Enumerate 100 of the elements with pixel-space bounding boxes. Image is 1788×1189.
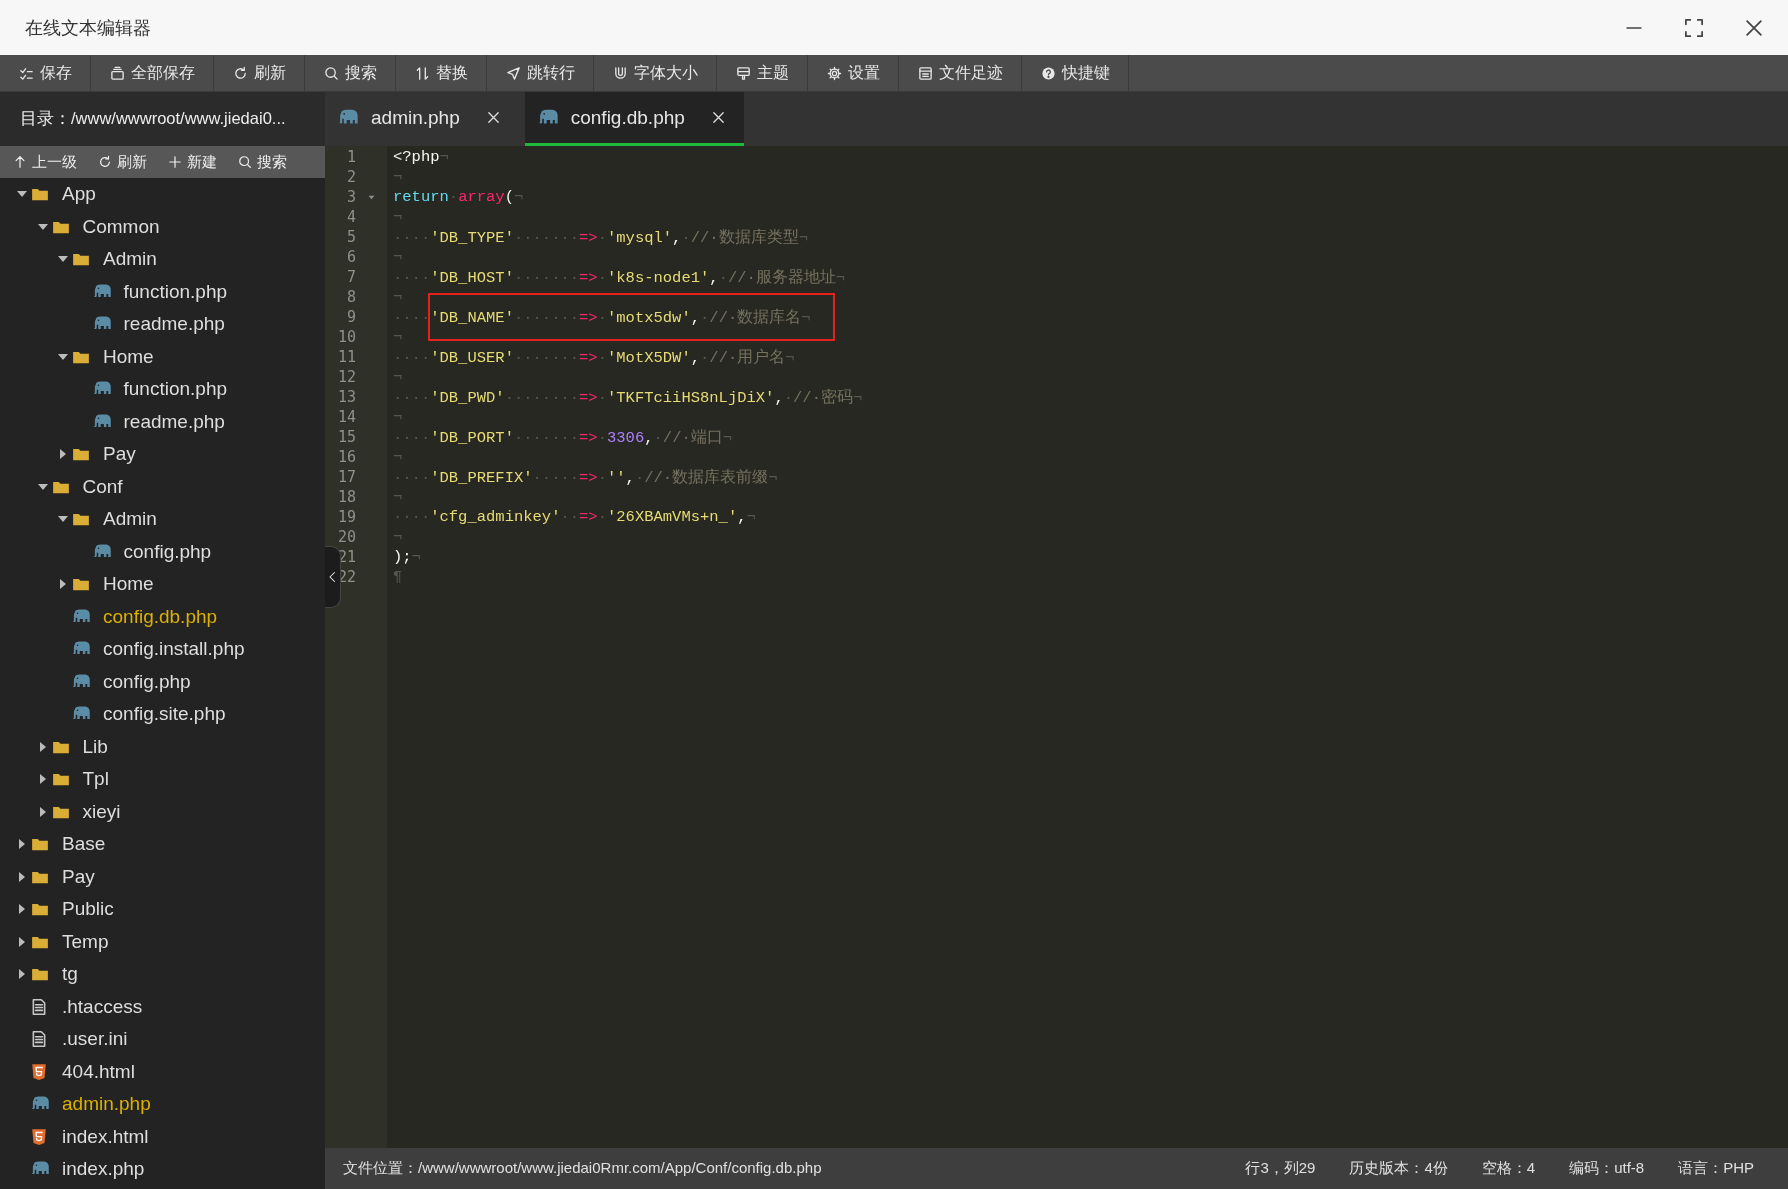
file-name[interactable]: .user.ini xyxy=(62,1028,128,1051)
file-name[interactable]: config.php xyxy=(103,670,191,693)
line-number: 9 xyxy=(345,308,356,326)
folder-name[interactable]: tg xyxy=(62,963,78,986)
toolbar-button[interactable]: 快捷键 xyxy=(1022,55,1129,91)
file-name[interactable]: function.php xyxy=(123,280,228,303)
line-number: 4 xyxy=(345,208,356,226)
close-button[interactable] xyxy=(485,110,501,125)
line-number: 2 xyxy=(345,168,356,186)
collapse-handle[interactable] xyxy=(325,546,341,608)
line-number: 14 xyxy=(336,408,356,426)
file-name[interactable]: admin.php xyxy=(62,1093,151,1116)
html-file-icon xyxy=(30,1062,48,1081)
sidebar-action-button[interactable]: 上一级 xyxy=(4,146,89,178)
checklist-icon xyxy=(19,65,34,81)
folder-name[interactable]: Home xyxy=(103,345,154,368)
code-line: ¬ xyxy=(393,288,403,306)
help-icon xyxy=(1041,65,1056,81)
code-line: ····'DB_HOST'·······=>·'k8s-node1',·//·服务器地址¬ xyxy=(393,267,846,288)
magnet-icon xyxy=(613,65,628,81)
line-number: 7 xyxy=(345,268,356,286)
code-line: ¬ xyxy=(393,368,403,386)
folder-name[interactable]: Tpl xyxy=(82,768,109,791)
folder-name[interactable]: Temp xyxy=(62,930,109,953)
file-name[interactable]: .htaccess xyxy=(62,995,143,1018)
stamp-icon xyxy=(736,65,751,81)
code-line: <?php¬ xyxy=(393,148,449,166)
line-number: 5 xyxy=(345,228,356,246)
sidebar-action-button[interactable]: 新建 xyxy=(159,146,229,178)
file-name[interactable]: index.html xyxy=(62,1125,149,1148)
status-item: 行3，列29 xyxy=(1245,1159,1316,1178)
file-name[interactable]: readme.php xyxy=(123,313,225,336)
folder-name[interactable]: Base xyxy=(62,833,106,856)
folder-name[interactable]: Conf xyxy=(82,475,123,498)
sidebar-action-button[interactable]: 刷新 xyxy=(89,146,159,178)
toolbar-button[interactable]: 设置 xyxy=(808,55,899,91)
line-number: 19 xyxy=(336,508,356,526)
code-line: ¬ xyxy=(393,408,403,426)
toolbar-button[interactable]: 字体大小 xyxy=(594,55,717,91)
folder-name[interactable]: Pay xyxy=(62,865,95,888)
file-name[interactable]: function.php xyxy=(123,378,228,401)
document-icon xyxy=(30,1030,48,1049)
status-item: 历史版本：4份 xyxy=(1349,1159,1448,1178)
status-item: 语言：PHP xyxy=(1678,1159,1754,1178)
folder-name[interactable]: Admin xyxy=(103,508,157,531)
calendar-icon xyxy=(918,65,933,81)
line-number: 15 xyxy=(336,428,356,446)
toolbar-button[interactable]: 全部保存 xyxy=(91,55,214,91)
toolbar-button[interactable]: 文件足迹 xyxy=(899,55,1022,91)
toolbar-button[interactable]: 主题 xyxy=(717,55,808,91)
editor-tab[interactable]: config.db.php xyxy=(524,92,744,146)
toolbar-button[interactable]: 搜索 xyxy=(305,55,396,91)
toolbar-button[interactable]: 跳转行 xyxy=(487,55,594,91)
refresh-icon xyxy=(233,65,248,81)
sidebar-action-button[interactable]: 搜索 xyxy=(229,146,299,178)
folder-name[interactable]: Admin xyxy=(103,248,157,271)
line-number: 11 xyxy=(336,348,356,366)
code-line: ¬ xyxy=(393,168,403,186)
status-item: 编码：utf-8 xyxy=(1569,1159,1645,1178)
close-icon xyxy=(710,110,726,125)
toolbar-button[interactable]: 替换 xyxy=(396,55,487,91)
line-number: 10 xyxy=(336,328,356,346)
file-name[interactable]: readme.php xyxy=(123,410,225,433)
minimize-icon xyxy=(1624,26,1644,29)
folder-name[interactable]: xieyi xyxy=(82,800,121,823)
file-name[interactable]: config.site.php xyxy=(103,703,226,726)
folder-name[interactable]: Common xyxy=(82,215,160,238)
file-name[interactable]: config.install.php xyxy=(103,638,245,661)
plus-icon xyxy=(168,155,182,169)
file-name[interactable]: config.php xyxy=(123,540,212,563)
line-number: 18 xyxy=(336,488,356,506)
directory-path: 目录：/www/wwwroot/www.jiedai0... xyxy=(20,108,286,129)
file-path: 文件位置：/www/wwwroot/www.jiedai0Rmr.com/App/Conf/config.db.php xyxy=(343,1159,822,1178)
toolbar-button[interactable]: 保存 xyxy=(0,55,91,91)
toolbar-button[interactable]: 刷新 xyxy=(214,55,305,91)
window-title: 在线文本编辑器 xyxy=(25,16,151,40)
folder-name[interactable]: App xyxy=(62,183,96,206)
folder-name[interactable]: Pay xyxy=(103,443,136,466)
folder-name[interactable]: Lib xyxy=(82,735,108,758)
arrow-up-icon xyxy=(13,155,27,169)
maximize-icon xyxy=(1684,17,1704,38)
settings-icon xyxy=(827,65,842,81)
search-icon xyxy=(238,155,252,169)
file-name[interactable]: index.php xyxy=(62,1158,145,1181)
line-number: 3 xyxy=(345,188,356,206)
folder-name[interactable]: Home xyxy=(103,573,154,596)
file-name[interactable]: config.db.php xyxy=(103,605,218,628)
close-button[interactable] xyxy=(710,110,726,125)
file-name[interactable]: 404.html xyxy=(62,1060,135,1083)
close-icon xyxy=(485,110,501,125)
tray-icon xyxy=(110,65,125,81)
editor-tab[interactable]: admin.php xyxy=(325,92,519,146)
code-line: ¬ xyxy=(393,448,403,466)
code-line: ¬ xyxy=(393,248,403,266)
code-line: ····'DB_PREFIX'·····=>·'',·//·数据库表前缀¬ xyxy=(393,467,778,488)
status-item: 空格：4 xyxy=(1481,1159,1536,1178)
document-icon xyxy=(30,997,48,1016)
code-line: ¬ xyxy=(393,208,403,226)
folder-name[interactable]: Public xyxy=(62,898,114,921)
code-line: ····'cfg_adminkey'··=>·'26XBAmVMs+n_',¬ xyxy=(393,508,756,526)
